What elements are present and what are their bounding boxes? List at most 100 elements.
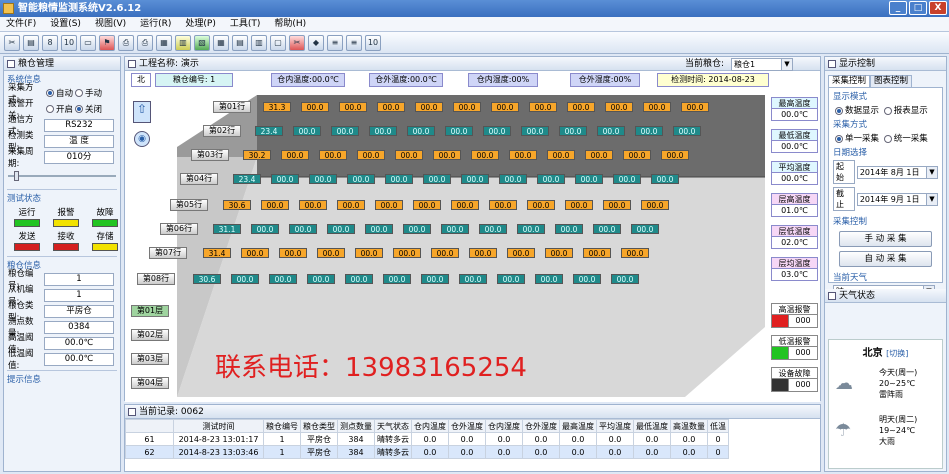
data-display-radio[interactable]: [835, 106, 843, 115]
sensor-cell[interactable]: 00.0: [433, 150, 461, 160]
sensor-cell[interactable]: 00.0: [393, 248, 421, 258]
unified-collect-radio[interactable]: [883, 134, 892, 143]
sensor-cell[interactable]: 00.0: [547, 150, 575, 160]
sensor-cell[interactable]: 00.0: [643, 102, 671, 112]
table-row[interactable]: 62 2014-8-23 13:03:46 1 平房仓 384 晴转多云 0.0 0.0 0.0…: [125, 445, 729, 459]
column-header[interactable]: 最低温度: [633, 419, 671, 433]
menu-settings[interactable]: 设置(S): [50, 17, 81, 31]
sensor-cell[interactable]: 00.0: [509, 150, 537, 160]
bar-chart-icon[interactable]: ▥: [175, 34, 191, 51]
sensor-cell[interactable]: 00.0: [407, 126, 435, 136]
sensor-cell[interactable]: 00.0: [377, 102, 405, 112]
database-icon[interactable]: ▤: [23, 34, 39, 51]
calendar-10-icon[interactable]: 10: [61, 34, 77, 51]
sensor-cell[interactable]: 23.4: [255, 126, 283, 136]
sensor-cell[interactable]: 00.0: [327, 224, 355, 234]
auto-radio[interactable]: [46, 89, 54, 97]
column-header[interactable]: 粮仓类型: [300, 419, 338, 433]
grid-icon[interactable]: ▦: [213, 34, 229, 51]
sensor-cell[interactable]: 00.0: [575, 174, 603, 184]
sensor-cell[interactable]: 00.0: [517, 224, 545, 234]
sensor-cell[interactable]: 00.0: [453, 102, 481, 112]
sensor-cell[interactable]: 00.0: [593, 224, 621, 234]
column-header[interactable]: 高温数量: [670, 419, 708, 433]
info-field[interactable]: 00.0℃: [44, 352, 114, 366]
sensor-cell[interactable]: 00.0: [231, 274, 259, 284]
column-header[interactable]: 仓外湿度: [522, 419, 560, 433]
sensor-cell[interactable]: 00.0: [555, 224, 583, 234]
sensor-cell[interactable]: 00.0: [631, 224, 659, 234]
sensor-cell[interactable]: 31.4: [203, 248, 231, 258]
manual-collect-button[interactable]: 手 动 采 集: [839, 231, 932, 247]
column-header[interactable]: 测试时间: [173, 419, 264, 433]
line-chart-icon[interactable]: ▧: [194, 34, 210, 51]
arrow-up-icon[interactable]: ⇧: [133, 101, 151, 123]
column-header[interactable]: 天气状态: [374, 419, 412, 433]
sensor-cell[interactable]: 00.0: [567, 102, 595, 112]
sensor-cell[interactable]: 00.0: [395, 150, 423, 160]
document-icon[interactable]: ▭: [80, 34, 96, 51]
sensor-cell[interactable]: 00.0: [369, 126, 397, 136]
sensor-cell[interactable]: 00.0: [299, 200, 327, 210]
info-field[interactable]: 平房仓: [44, 304, 114, 318]
sensor-cell[interactable]: 00.0: [479, 224, 507, 234]
column-header[interactable]: 仓内温度: [411, 419, 449, 433]
sensor-cell[interactable]: 00.0: [293, 126, 321, 136]
sensor-cell[interactable]: 00.0: [497, 274, 525, 284]
end-date-picker[interactable]: 2014年 9月 1日 ▼: [856, 192, 938, 206]
sensor-cell[interactable]: 00.0: [271, 174, 299, 184]
sensor-cell[interactable]: 00.0: [565, 200, 593, 210]
sensor-cell[interactable]: 00.0: [301, 102, 329, 112]
start-date-picker[interactable]: 2014年 8月 1日 ▼: [856, 165, 938, 179]
list-icon[interactable]: ≡: [327, 34, 343, 51]
calendar-10b-icon[interactable]: 10: [365, 34, 381, 51]
sensor-cell[interactable]: 00.0: [289, 224, 317, 234]
row-button[interactable]: 第06行: [160, 223, 198, 235]
sensor-cell[interactable]: 00.0: [309, 174, 337, 184]
sensor-cell[interactable]: 00.0: [621, 248, 649, 258]
sensor-cell[interactable]: 30.6: [193, 274, 221, 284]
sensor-cell[interactable]: 00.0: [431, 248, 459, 258]
menu-view[interactable]: 视图(V): [95, 17, 126, 31]
calendar-icon[interactable]: 8: [42, 34, 58, 51]
sensor-cell[interactable]: 00.0: [385, 174, 413, 184]
sensor-cell[interactable]: 30.2: [243, 150, 271, 160]
sensor-cell[interactable]: 00.0: [471, 150, 499, 160]
menu-file[interactable]: 文件(F): [6, 17, 36, 31]
print-icon[interactable]: ⎙: [118, 34, 134, 51]
column-header[interactable]: 最高温度: [559, 419, 597, 433]
table-row[interactable]: 61 2014-8-23 13:01:17 1 平房仓 384 晴转多云 0.0 0.0 0.0…: [125, 432, 729, 446]
row-button[interactable]: 第05行: [170, 199, 208, 211]
sensor-cell[interactable]: 00.0: [527, 200, 555, 210]
row-button[interactable]: 第07行: [149, 247, 187, 259]
sensor-cell[interactable]: 00.0: [611, 274, 639, 284]
report-display-radio[interactable]: [883, 106, 892, 115]
sensor-cell[interactable]: 00.0: [605, 102, 633, 112]
detect-field[interactable]: 温 度: [44, 134, 114, 148]
sensor-cell[interactable]: 00.0: [651, 174, 679, 184]
sensor-cell[interactable]: 00.0: [469, 248, 497, 258]
sensor-cell[interactable]: 00.0: [585, 150, 613, 160]
comm-field[interactable]: RS232: [44, 118, 114, 132]
maximize-button[interactable]: □: [909, 1, 927, 15]
sensor-cell[interactable]: 00.0: [331, 126, 359, 136]
info-field[interactable]: 1: [44, 288, 114, 302]
sensor-cell[interactable]: 00.0: [339, 102, 367, 112]
tab-chart-control[interactable]: 图表控制: [870, 75, 913, 87]
columns-icon[interactable]: ▥: [251, 34, 267, 51]
sensor-cell[interactable]: 00.0: [573, 274, 601, 284]
info-field[interactable]: 1: [44, 272, 114, 286]
period-slider[interactable]: [8, 171, 116, 181]
column-header[interactable]: 平均温度: [596, 419, 634, 433]
cut-icon[interactable]: ✂: [289, 34, 305, 51]
sensor-cell[interactable]: 00.0: [441, 224, 469, 234]
sensor-cell[interactable]: 00.0: [635, 126, 663, 136]
menu-help[interactable]: 帮助(H): [274, 17, 306, 31]
sensor-cell[interactable]: 00.0: [383, 274, 411, 284]
sensor-cell[interactable]: 00.0: [445, 126, 473, 136]
sensor-cell[interactable]: 00.0: [537, 174, 565, 184]
sensor-cell[interactable]: 00.0: [281, 150, 309, 160]
column-header[interactable]: 粮仓编号: [263, 419, 301, 433]
switch-city-link[interactable]: [切换]: [886, 349, 908, 358]
tools-icon[interactable]: ✂: [4, 34, 20, 51]
